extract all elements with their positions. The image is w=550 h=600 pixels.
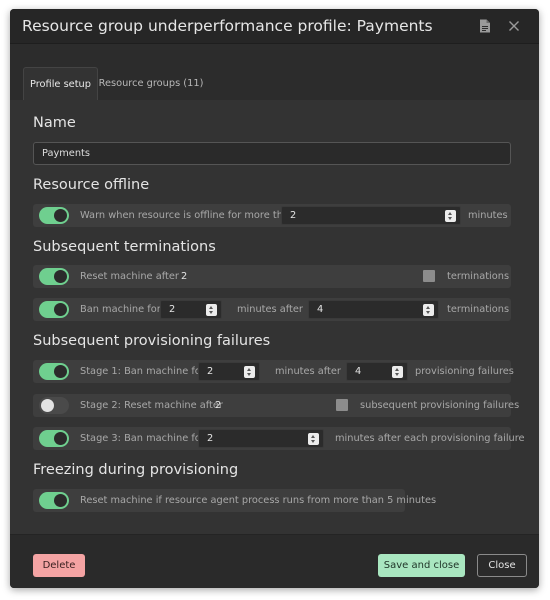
- spinner-icon[interactable]: [244, 366, 255, 378]
- profile-setup-panel: Name Payments Resource offline Warn when…: [10, 100, 539, 534]
- warn-offline-unit: minutes: [468, 210, 508, 221]
- stage3-toggle[interactable]: [39, 430, 69, 447]
- ban-minutes-input[interactable]: 2: [160, 300, 222, 319]
- tab-label: Profile setup: [30, 78, 91, 90]
- warn-offline-minutes-input[interactable]: 2: [281, 206, 461, 225]
- stage3-row: Stage 3: Ban machine for 2 minutes after…: [33, 427, 525, 450]
- spinner-icon[interactable]: [308, 433, 319, 445]
- dialog-title: Resource group underperformance profile:…: [22, 17, 433, 35]
- stage2-checkbox[interactable]: [336, 399, 348, 411]
- stage2-toggle[interactable]: [39, 397, 69, 414]
- stage1-row: Stage 1: Ban machine for 2 minutes after…: [33, 360, 514, 383]
- ban-terminations-label: Ban machine for: [80, 304, 161, 315]
- freezing-reset-label: Reset machine if resource agent process …: [80, 495, 437, 506]
- freezing-heading: Freezing during provisioning: [33, 462, 239, 478]
- spinner-icon[interactable]: [392, 366, 403, 378]
- save-and-close-button[interactable]: Save and close: [378, 554, 465, 577]
- stage1-failures-input[interactable]: 4: [346, 362, 408, 381]
- freezing-reset-row: Reset machine if resource agent process …: [33, 489, 436, 512]
- stage2-unit: subsequent provisioning failures: [360, 400, 520, 411]
- stage1-unit: provisioning failures: [415, 366, 514, 377]
- stage3-minutes-input[interactable]: 2: [198, 429, 324, 448]
- tab-bar: Profile setup Resource groups (11): [10, 45, 539, 100]
- stage3-unit: minutes after each provisioning failure: [335, 433, 525, 444]
- freezing-reset-toggle[interactable]: [39, 492, 69, 509]
- name-heading: Name: [33, 115, 76, 131]
- document-icon[interactable]: [477, 18, 493, 34]
- reset-terminations-unit: terminations: [447, 271, 510, 282]
- ban-after-terminations-row: Ban machine for 2 minutes after 4 termin…: [33, 298, 511, 321]
- warn-offline-toggle[interactable]: [39, 207, 69, 224]
- reset-terminations-label: Reset machine after: [80, 271, 179, 282]
- warn-offline-label: Warn when resource is offline for more t…: [80, 210, 296, 221]
- stage1-toggle[interactable]: [39, 363, 69, 380]
- dialog-titlebar: Resource group underperformance profile:…: [10, 9, 539, 44]
- reset-terminations-value[interactable]: 2: [181, 271, 187, 283]
- ban-terminations-mid-label: minutes after: [237, 304, 303, 315]
- warn-offline-row: Warn when resource is offline for more t…: [33, 204, 511, 227]
- delete-button[interactable]: Delete: [33, 554, 85, 577]
- resource-offline-heading: Resource offline: [33, 177, 150, 193]
- reset-terminations-checkbox[interactable]: [423, 270, 435, 282]
- stage1-minutes-input[interactable]: 2: [198, 362, 260, 381]
- profile-dialog: Resource group underperformance profile:…: [10, 9, 539, 588]
- tab-label: Resource groups (11): [98, 78, 204, 89]
- spinner-icon[interactable]: [423, 304, 434, 316]
- subsequent-terminations-heading: Subsequent terminations: [33, 239, 216, 255]
- ban-terminations-toggle[interactable]: [39, 301, 69, 318]
- stage2-label: Stage 2: Reset machine after: [80, 400, 223, 411]
- stage3-label: Stage 3: Ban machine for: [80, 433, 205, 444]
- spinner-icon[interactable]: [206, 304, 217, 316]
- dialog-footer: Delete Save and close Close: [10, 534, 539, 588]
- subsequent-provisioning-failures-heading: Subsequent provisioning failures: [33, 333, 271, 349]
- tab-profile-setup[interactable]: Profile setup: [23, 67, 98, 100]
- reset-terminations-toggle[interactable]: [39, 268, 69, 285]
- name-input[interactable]: Payments: [33, 142, 511, 165]
- spinner-icon[interactable]: [445, 210, 456, 222]
- stage1-label: Stage 1: Ban machine for: [80, 366, 205, 377]
- close-button[interactable]: Close: [477, 554, 527, 577]
- stage2-row: Stage 2: Reset machine after 2 subsequen…: [33, 394, 519, 417]
- ban-terminations-unit: terminations: [447, 304, 510, 315]
- tab-resource-groups[interactable]: Resource groups (11): [98, 67, 204, 100]
- close-icon[interactable]: [506, 18, 522, 34]
- stage1-mid-label: minutes after: [275, 366, 341, 377]
- ban-terminations-count-input[interactable]: 4: [308, 300, 439, 319]
- reset-after-terminations-row: Reset machine after 2 terminations: [33, 265, 511, 288]
- stage2-value[interactable]: 2: [215, 400, 221, 412]
